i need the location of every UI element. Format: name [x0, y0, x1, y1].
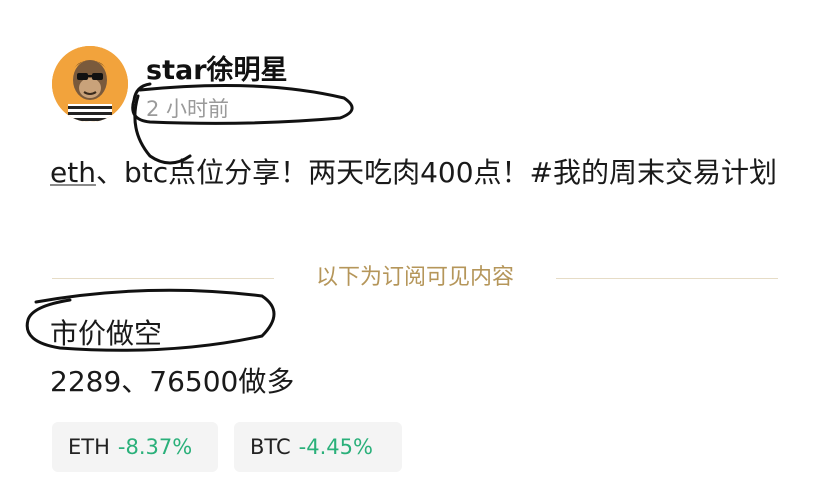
divider-line-right: [556, 278, 778, 279]
avatar-image: [52, 46, 128, 122]
ticker-tag-btc[interactable]: BTC -4.45%: [234, 422, 402, 472]
subscription-divider: 以下为订阅可见内容: [52, 262, 778, 294]
post-content: eth、btc点位分享！两天吃肉400点！#我的周末交易计划: [50, 150, 780, 196]
ticker-symbol: BTC: [250, 435, 291, 459]
ticker-symbol: ETH: [68, 435, 110, 459]
ape-avatar-icon[interactable]: [52, 46, 128, 122]
post-card: star徐明星 2 小时前 eth、btc点位分享！两天吃肉400点！#我的周末…: [0, 0, 828, 478]
strategy-line-1: 市价做空: [50, 317, 163, 350]
eth-mention-link[interactable]: eth: [50, 156, 96, 189]
post-timestamp: 2 小时前: [146, 97, 230, 121]
ticker-change: -4.45%: [298, 435, 373, 459]
strategy-line-2: 2289、76500做多: [50, 365, 295, 398]
author-name[interactable]: star徐明星: [146, 48, 288, 87]
ticker-change: -8.37%: [117, 435, 193, 459]
ticker-tag-eth[interactable]: ETH -8.37%: [52, 422, 218, 472]
post-content-text: 、btc点位分享！两天吃肉400点！#我的周末交易计划: [95, 156, 778, 189]
